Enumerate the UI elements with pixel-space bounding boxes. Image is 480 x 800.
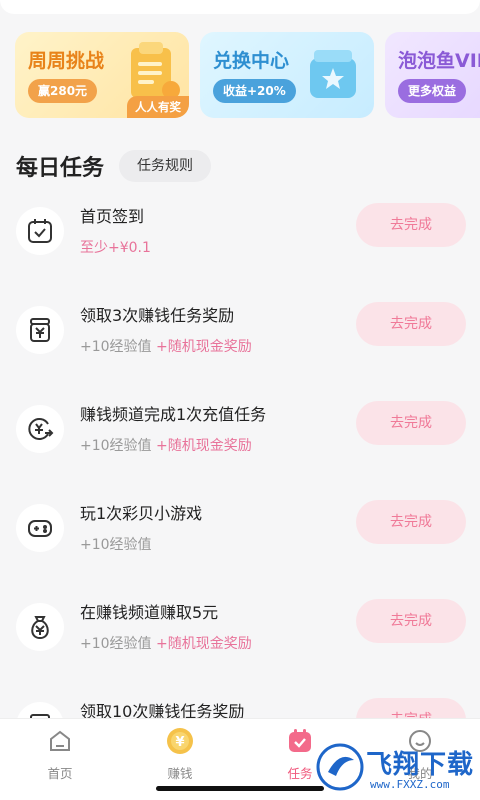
exp-reward: +10经验值 <box>80 537 152 553</box>
card-pill: 收益+20% <box>213 79 296 103</box>
complete-task-button[interactable]: 去完成 <box>356 401 466 445</box>
daily-tasks-title: 每日任务 <box>16 156 105 181</box>
task-reward: +10经验值 +随机现金奖励 <box>80 336 252 356</box>
task-item: 玩1次彩贝小游戏 +10经验值 去完成 <box>0 500 480 590</box>
task-name: 玩1次彩贝小游戏 <box>80 504 203 523</box>
watermark-url: www.FXXZ.com <box>370 778 450 791</box>
home-indicator[interactable] <box>156 786 324 791</box>
yuan-exchange-icon <box>16 405 64 453</box>
complete-task-button[interactable]: 去完成 <box>356 500 466 544</box>
everyone-wins-badge: 人人有奖 <box>127 96 189 118</box>
cash-bonus: +随机现金奖励 <box>156 339 252 355</box>
card-pill: 赢280元 <box>28 79 98 103</box>
exchange-center-card[interactable]: 兑换中心 收益+20% <box>200 32 374 118</box>
task-item: 在赚钱频道赚取5元 +10经验值 +随机现金奖励 去完成 <box>0 599 480 689</box>
task-reward: +10经验值 +随机现金奖励 <box>80 633 252 653</box>
top-header-edge <box>0 0 480 14</box>
exp-reward: +10经验值 <box>80 438 152 454</box>
clipboard-trophy-icon <box>131 42 180 99</box>
task-reward: 至少+¥0.1 <box>80 240 151 256</box>
svg-text:¥: ¥ <box>175 735 184 750</box>
exp-reward: +10经验值 <box>80 339 152 355</box>
task-name: 领取3次赚钱任务奖励 <box>80 306 235 325</box>
site-watermark: 飞翔下载 www.FXXZ.com <box>310 740 480 796</box>
task-item: 赚钱频道完成1次充值任务 +10经验值 +随机现金奖励 去完成 <box>0 401 480 491</box>
task-item: 领取3次赚钱任务奖励 +10经验值 +随机现金奖励 去完成 <box>0 302 480 392</box>
weekly-challenge-card[interactable]: 周周挑战 赢280元 人人有奖 <box>15 32 189 118</box>
complete-task-button[interactable]: 去完成 <box>356 203 466 247</box>
coin-icon: ¥ <box>166 727 194 755</box>
nav-label: 赚钱 <box>167 766 193 781</box>
money-bag-icon <box>16 603 64 651</box>
calendar-check-icon <box>16 207 64 255</box>
complete-task-button[interactable]: 去完成 <box>356 599 466 643</box>
home-icon <box>46 727 74 755</box>
task-item: 首页签到 至少+¥0.1 去完成 <box>0 203 480 293</box>
promo-card-row: 周周挑战 赢280元 人人有奖 兑换中心 收益+20% 泡泡鱼VIP 更多权益 <box>15 32 480 118</box>
exp-reward: +10经验值 <box>80 636 152 652</box>
task-name: 首页签到 <box>80 207 145 226</box>
task-rules-button[interactable]: 任务规则 <box>119 150 211 182</box>
card-pill: 更多权益 <box>398 79 467 103</box>
task-name: 在赚钱频道赚取5元 <box>80 603 219 622</box>
nav-home[interactable]: 首页 <box>20 727 100 782</box>
gamepad-icon <box>16 504 64 552</box>
nav-label: 首页 <box>47 766 73 781</box>
complete-task-button[interactable]: 去完成 <box>356 302 466 346</box>
gift-star-icon <box>310 50 356 98</box>
cash-bonus: +随机现金奖励 <box>156 636 252 652</box>
card-title: 泡泡鱼VIP <box>398 50 480 72</box>
watermark-text: 飞翔下载 <box>366 750 475 780</box>
nav-earn[interactable]: ¥ 赚钱 <box>140 727 220 782</box>
yuan-box-icon <box>16 306 64 354</box>
card-title: 周周挑战 <box>28 50 105 72</box>
card-title: 兑换中心 <box>213 50 290 72</box>
task-reward: +10经验值 <box>80 534 152 554</box>
vip-card[interactable]: 泡泡鱼VIP 更多权益 <box>385 32 480 118</box>
task-reward: +10经验值 +随机现金奖励 <box>80 435 252 455</box>
cash-bonus: +随机现金奖励 <box>156 438 252 454</box>
task-name: 赚钱频道完成1次充值任务 <box>80 405 267 424</box>
watermark-logo-icon <box>316 743 364 791</box>
